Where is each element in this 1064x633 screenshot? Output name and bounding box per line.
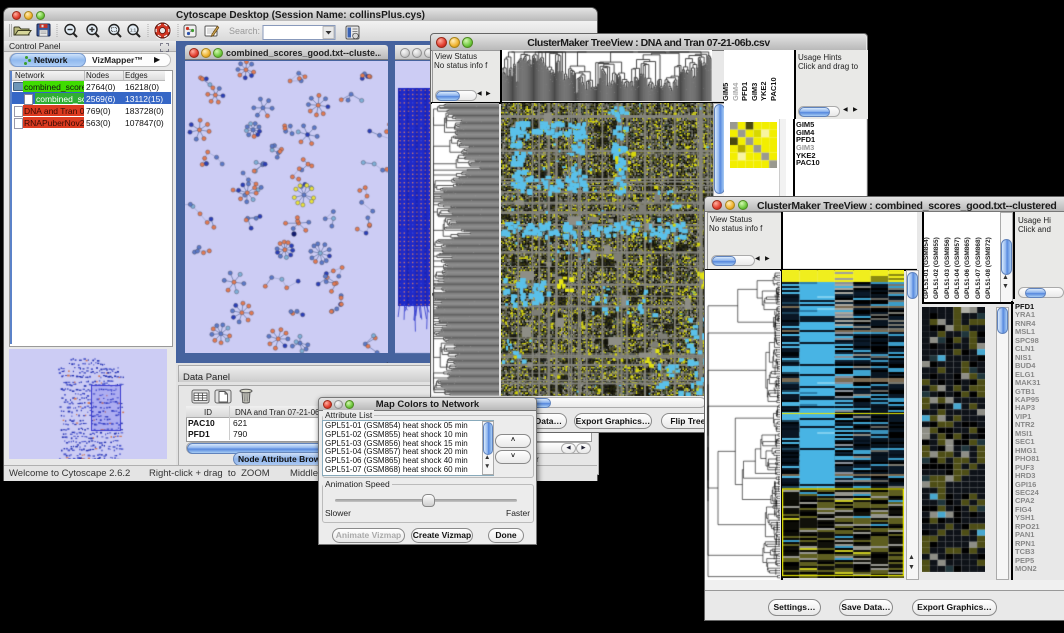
svg-text:Search:: Search: <box>229 26 260 36</box>
svg-text:1:1: 1:1 <box>130 28 137 33</box>
